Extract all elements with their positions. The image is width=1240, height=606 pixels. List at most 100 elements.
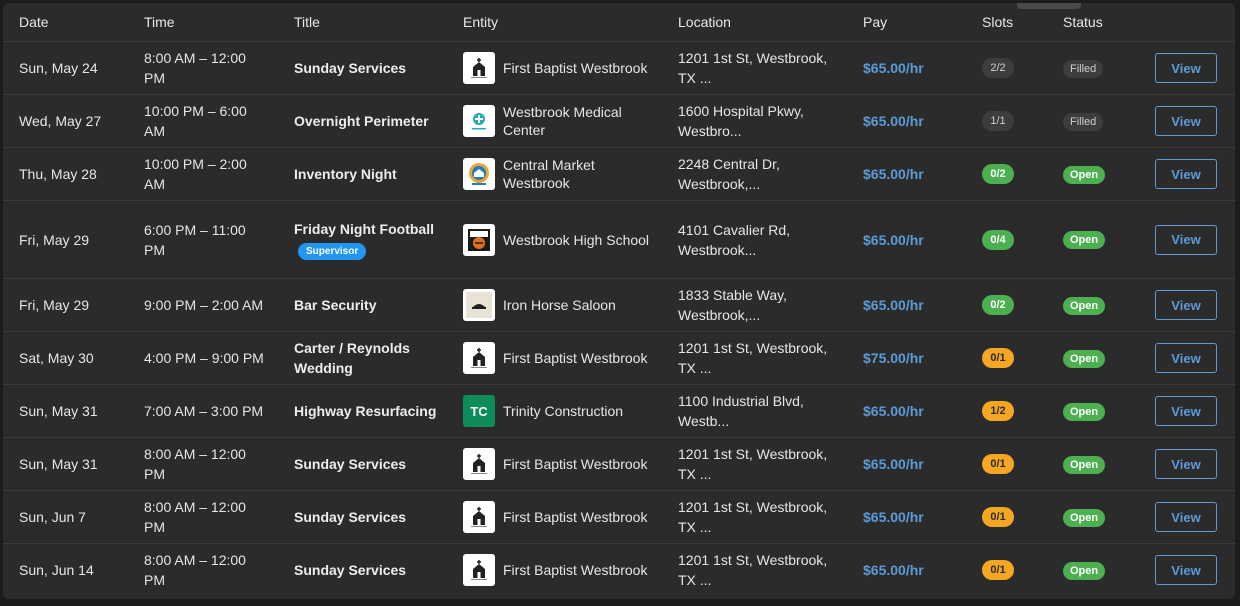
location-cell: 1100 Industrial Blvd, Westb... bbox=[678, 385, 863, 438]
pay-cell: $65.00/hr bbox=[863, 95, 982, 148]
shift-date: Sat, May 30 bbox=[19, 350, 94, 366]
shift-time-cell: 10:00 PM – 6:00 AM bbox=[144, 95, 294, 148]
scrollbar-handle[interactable] bbox=[1017, 3, 1081, 9]
supervisor-badge: Supervisor bbox=[298, 243, 367, 260]
location-cell: 1833 Stable Way, Westbrook,... bbox=[678, 279, 863, 332]
table-row[interactable]: Fri, May 29 9:00 PM – 2:00 AM Bar Securi… bbox=[3, 278, 1235, 332]
view-button[interactable]: View bbox=[1155, 449, 1217, 479]
table-row[interactable]: Fri, May 29 6:00 PM – 11:00 PM Friday Ni… bbox=[3, 200, 1235, 279]
status-badge: Open bbox=[1063, 165, 1106, 184]
shift-title: Overnight Perimeter bbox=[294, 113, 429, 129]
entity-cell: First Baptist Westbrook bbox=[463, 42, 678, 95]
shift-time-cell: 10:00 PM – 2:00 AM bbox=[144, 148, 294, 201]
view-button[interactable]: View bbox=[1155, 502, 1217, 532]
shift-date: Wed, May 27 bbox=[19, 113, 102, 129]
shift-title-cell: Sunday Services bbox=[294, 491, 463, 544]
action-cell: View bbox=[1155, 42, 1235, 95]
shift-location: 1600 Hospital Pkwy, Westbro... bbox=[678, 103, 804, 139]
action-cell: View bbox=[1155, 95, 1235, 148]
shift-title: Carter / Reynolds Wedding bbox=[294, 340, 410, 376]
table-row[interactable]: Sun, May 31 7:00 AM – 3:00 PM Highway Re… bbox=[3, 384, 1235, 438]
status-cell: Filled bbox=[1063, 95, 1155, 148]
status-cell: Open bbox=[1063, 279, 1155, 332]
pay-cell: $65.00/hr bbox=[863, 42, 982, 95]
shift-date: Sun, May 24 bbox=[19, 60, 98, 76]
table-row[interactable]: Sun, May 24 8:00 AM – 12:00 PM Sunday Se… bbox=[3, 41, 1235, 95]
shift-time-cell: 7:00 AM – 3:00 PM bbox=[144, 385, 294, 438]
view-button[interactable]: View bbox=[1155, 53, 1217, 83]
shift-location: 1201 1st St, Westbrook, TX ... bbox=[678, 340, 828, 376]
pay-rate: $65.00/hr bbox=[863, 60, 924, 76]
shift-date: Sun, Jun 7 bbox=[19, 509, 86, 525]
pay-cell: $65.00/hr bbox=[863, 148, 982, 201]
pay-cell: $65.00/hr bbox=[863, 544, 982, 597]
action-cell: View bbox=[1155, 201, 1235, 279]
action-cell: View bbox=[1155, 279, 1235, 332]
shift-title: Friday Night Football bbox=[294, 221, 434, 237]
table-row[interactable]: Wed, May 27 10:00 PM – 6:00 AM Overnight… bbox=[3, 94, 1235, 148]
shift-location: 1201 1st St, Westbrook, TX ... bbox=[678, 50, 828, 86]
pay-cell: $65.00/hr bbox=[863, 279, 982, 332]
table-row[interactable]: Thu, May 28 10:00 PM – 2:00 AM Inventory… bbox=[3, 147, 1235, 201]
slots-badge: 0/1 bbox=[982, 454, 1014, 474]
slots-cell: 1/1 bbox=[982, 95, 1063, 148]
status-badge: Open bbox=[1063, 402, 1106, 421]
column-header-time[interactable]: Time bbox=[144, 3, 294, 42]
column-header-title[interactable]: Title bbox=[294, 3, 463, 42]
status-badge: Open bbox=[1063, 231, 1106, 249]
slots-badge: 0/4 bbox=[982, 229, 1014, 250]
shift-time: 9:00 PM – 2:00 AM bbox=[144, 297, 264, 313]
church-icon bbox=[463, 554, 495, 587]
shift-time: 8:00 AM – 12:00 PM bbox=[144, 552, 246, 589]
pay-cell: $65.00/hr bbox=[863, 385, 982, 438]
shift-title-cell: Sunday Services bbox=[294, 438, 463, 491]
saloon-icon bbox=[463, 289, 495, 321]
view-button[interactable]: View bbox=[1155, 159, 1217, 189]
view-button[interactable]: View bbox=[1155, 396, 1217, 426]
shift-time: 10:00 PM – 6:00 AM bbox=[144, 103, 247, 139]
status-badge: Open bbox=[1063, 455, 1106, 474]
table-row[interactable]: Sun, May 31 8:00 AM – 12:00 PM Sunday Se… bbox=[3, 437, 1235, 491]
shift-location: 1833 Stable Way, Westbrook,... bbox=[678, 287, 787, 323]
pay-rate: $65.00/hr bbox=[863, 403, 924, 419]
view-button[interactable]: View bbox=[1155, 224, 1217, 255]
table-row[interactable]: Sun, Jun 14 8:00 AM – 12:00 PM Sunday Se… bbox=[3, 543, 1235, 597]
slots-cell: 0/1 bbox=[982, 438, 1063, 491]
slots-cell: 0/1 bbox=[982, 544, 1063, 597]
shift-time: 8:00 AM – 12:00 PM bbox=[144, 50, 246, 86]
pay-rate: $65.00/hr bbox=[863, 231, 924, 248]
shift-title: Sunday Services bbox=[294, 562, 407, 579]
location-cell: 4101 Cavalier Rd, Westbrook... bbox=[678, 201, 863, 279]
column-header-date[interactable]: Date bbox=[3, 3, 144, 42]
status-cell: Open bbox=[1063, 148, 1155, 201]
cavalier-icon bbox=[463, 223, 495, 256]
view-button[interactable]: View bbox=[1155, 106, 1217, 136]
shift-title-cell: Inventory Night bbox=[294, 148, 463, 201]
shift-title: Sunday Services bbox=[294, 60, 407, 76]
pay-cell: $65.00/hr bbox=[863, 201, 982, 279]
entity-name: Westbrook Medical Center bbox=[503, 104, 622, 138]
action-cell: View bbox=[1155, 385, 1235, 438]
action-cell: View bbox=[1155, 148, 1235, 201]
column-header-pay[interactable]: Pay bbox=[863, 3, 982, 42]
slots-cell: 0/2 bbox=[982, 279, 1063, 332]
shift-title: Sunday Services bbox=[294, 456, 407, 472]
view-button[interactable]: View bbox=[1155, 555, 1217, 586]
location-cell: 1600 Hospital Pkwy, Westbro... bbox=[678, 95, 863, 148]
view-button[interactable]: View bbox=[1155, 290, 1217, 320]
shift-title: Sunday Services bbox=[294, 509, 407, 525]
shift-location: 4101 Cavalier Rd, Westbrook... bbox=[678, 221, 791, 258]
entity-cell: TC Trinity Construction bbox=[463, 385, 678, 438]
entity-name: First Baptist Westbrook bbox=[503, 60, 648, 76]
status-badge: Open bbox=[1063, 561, 1106, 580]
view-button[interactable]: View bbox=[1155, 343, 1217, 373]
table-row[interactable]: Sun, Jun 7 8:00 AM – 12:00 PM Sunday Ser… bbox=[3, 490, 1235, 544]
table-body: Sun, May 24 8:00 AM – 12:00 PM Sunday Se… bbox=[3, 41, 1235, 597]
column-header-entity[interactable]: Entity bbox=[463, 3, 678, 42]
church-icon bbox=[463, 501, 495, 533]
entity-cell: First Baptist Westbrook bbox=[463, 332, 678, 385]
shift-time-cell: 8:00 AM – 12:00 PM bbox=[144, 438, 294, 491]
status-badge: Open bbox=[1063, 508, 1106, 527]
column-header-location[interactable]: Location bbox=[678, 3, 863, 42]
table-row[interactable]: Sat, May 30 4:00 PM – 9:00 PM Carter / R… bbox=[3, 331, 1235, 385]
